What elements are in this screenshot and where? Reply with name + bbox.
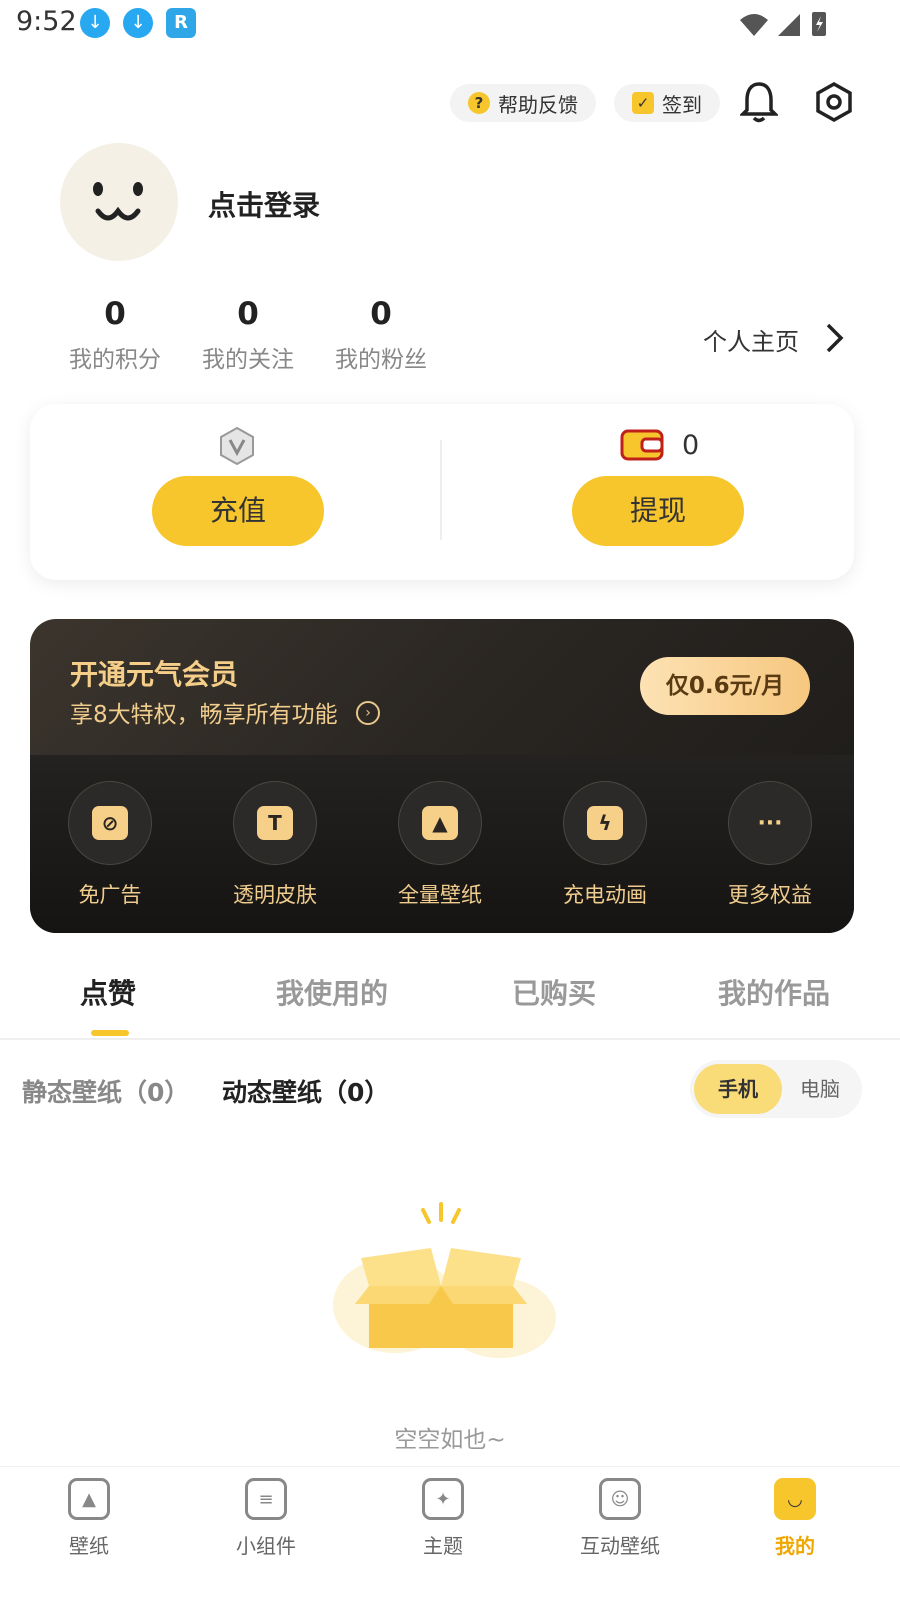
more-icon: ··· [757, 810, 783, 836]
tab-indicator [91, 1030, 129, 1036]
question-icon: ? [468, 92, 490, 114]
stat-following[interactable]: 0 我的关注 [193, 296, 303, 374]
subtab-static-wallpaper[interactable]: 静态壁纸（0） [22, 1073, 189, 1109]
perk-label: 免广告 [78, 883, 142, 907]
perk-label: 透明皮肤 [233, 883, 317, 907]
checkin-label: 签到 [662, 92, 702, 117]
stat-value: 0 [104, 296, 126, 332]
perk-label: 全量壁纸 [398, 883, 482, 907]
perk-label: 更多权益 [728, 883, 812, 907]
widget-icon: ≡ [245, 1478, 287, 1520]
vip-card[interactable]: 开通元气会员 享8大特权，畅享所有功能 › 仅0.6元/月 ⊘ 免广告 T 透明… [30, 619, 854, 933]
avatar[interactable] [60, 143, 178, 261]
nav-label: 主题 [423, 1534, 463, 1558]
divider [0, 1038, 900, 1040]
me-icon: ◡ [774, 1478, 816, 1520]
settings-icon[interactable] [814, 82, 854, 122]
download-icon: ↓ [80, 8, 110, 38]
nav-interactive-wallpaper[interactable]: ☺ 互动壁纸 [560, 1478, 680, 1559]
withdraw-button[interactable]: 提现 [572, 476, 744, 546]
nav-label: 我的 [775, 1534, 815, 1558]
vip-shield-icon [220, 426, 254, 466]
stat-value: 0 [237, 296, 259, 332]
wallpaper-icon: ▲ [68, 1478, 110, 1520]
theme-icon: ✦ [422, 1478, 464, 1520]
app-notification-icon: R [166, 8, 196, 38]
cell-signal-icon [778, 14, 800, 36]
tab-likes[interactable]: 点赞 [80, 972, 136, 1012]
perk-no-ads[interactable]: ⊘ 免广告 [50, 781, 170, 909]
nav-theme[interactable]: ✦ 主题 [383, 1478, 503, 1559]
perk-transparent-skin[interactable]: T 透明皮肤 [215, 781, 335, 909]
device-pc-option[interactable]: 电脑 [782, 1064, 858, 1114]
recharge-button[interactable]: 充值 [152, 476, 324, 546]
tab-used[interactable]: 我使用的 [276, 972, 388, 1012]
nav-label: 小组件 [236, 1534, 296, 1558]
perk-charging-animation[interactable]: ϟ 充电动画 [545, 781, 665, 909]
wallet-icon [620, 429, 664, 461]
image-icon: ▲ [422, 806, 458, 840]
stat-label: 我的积分 [69, 347, 161, 373]
calendar-icon: ✓ [632, 92, 654, 114]
vip-price-button[interactable]: 仅0.6元/月 [640, 657, 810, 715]
nav-widget[interactable]: ≡ 小组件 [206, 1478, 326, 1559]
help-label: 帮助反馈 [498, 92, 578, 117]
nav-label: 壁纸 [69, 1534, 109, 1558]
chevron-right-icon[interactable] [824, 322, 846, 354]
wifi-icon [740, 14, 768, 36]
stat-followers[interactable]: 0 我的粉丝 [326, 296, 436, 374]
status-time: 9:52 [16, 6, 77, 37]
subtab-live-wallpaper[interactable]: 动态壁纸（0） [222, 1073, 389, 1109]
perk-more-benefits[interactable]: ··· 更多权益 [710, 781, 830, 909]
stat-value: 0 [370, 296, 392, 332]
login-link[interactable]: 点击登录 [208, 184, 320, 224]
stat-label: 我的关注 [202, 347, 294, 373]
device-phone-option[interactable]: 手机 [694, 1064, 782, 1114]
tab-my-works[interactable]: 我的作品 [718, 972, 830, 1012]
battery-icon: ϟ [587, 806, 623, 840]
empty-box-illustration [333, 1202, 556, 1358]
stat-label: 我的粉丝 [335, 347, 427, 373]
perk-label: 充电动画 [563, 883, 647, 907]
bell-icon[interactable] [740, 80, 778, 124]
nav-me[interactable]: ◡ 我的 [735, 1478, 855, 1559]
signal-icons [740, 12, 826, 36]
checkin-button[interactable]: ✓ 签到 [614, 84, 720, 122]
empty-state-text: 空空如也~ [394, 1427, 506, 1453]
stat-points[interactable]: 0 我的积分 [60, 296, 170, 374]
vip-subtitle: 享8大特权，畅享所有功能 [70, 702, 338, 728]
nav-label: 互动壁纸 [580, 1534, 660, 1558]
divider [440, 440, 442, 540]
personal-homepage-link[interactable]: 个人主页 [703, 322, 799, 357]
no-ads-icon: ⊘ [92, 806, 128, 840]
interactive-wallpaper-icon: ☺ [599, 1478, 641, 1520]
wallet-balance: 0 [682, 430, 700, 461]
nav-wallpaper[interactable]: ▲ 壁纸 [29, 1478, 149, 1559]
perk-all-wallpapers[interactable]: ▲ 全量壁纸 [380, 781, 500, 909]
download-icon: ↓ [123, 8, 153, 38]
face-icon [93, 182, 143, 221]
shirt-icon: T [257, 806, 293, 840]
help-feedback-button[interactable]: ? 帮助反馈 [450, 84, 596, 122]
chevron-right-icon[interactable]: › [356, 701, 380, 725]
tab-purchased[interactable]: 已购买 [512, 972, 596, 1012]
vip-title: 开通元气会员 [70, 658, 239, 691]
